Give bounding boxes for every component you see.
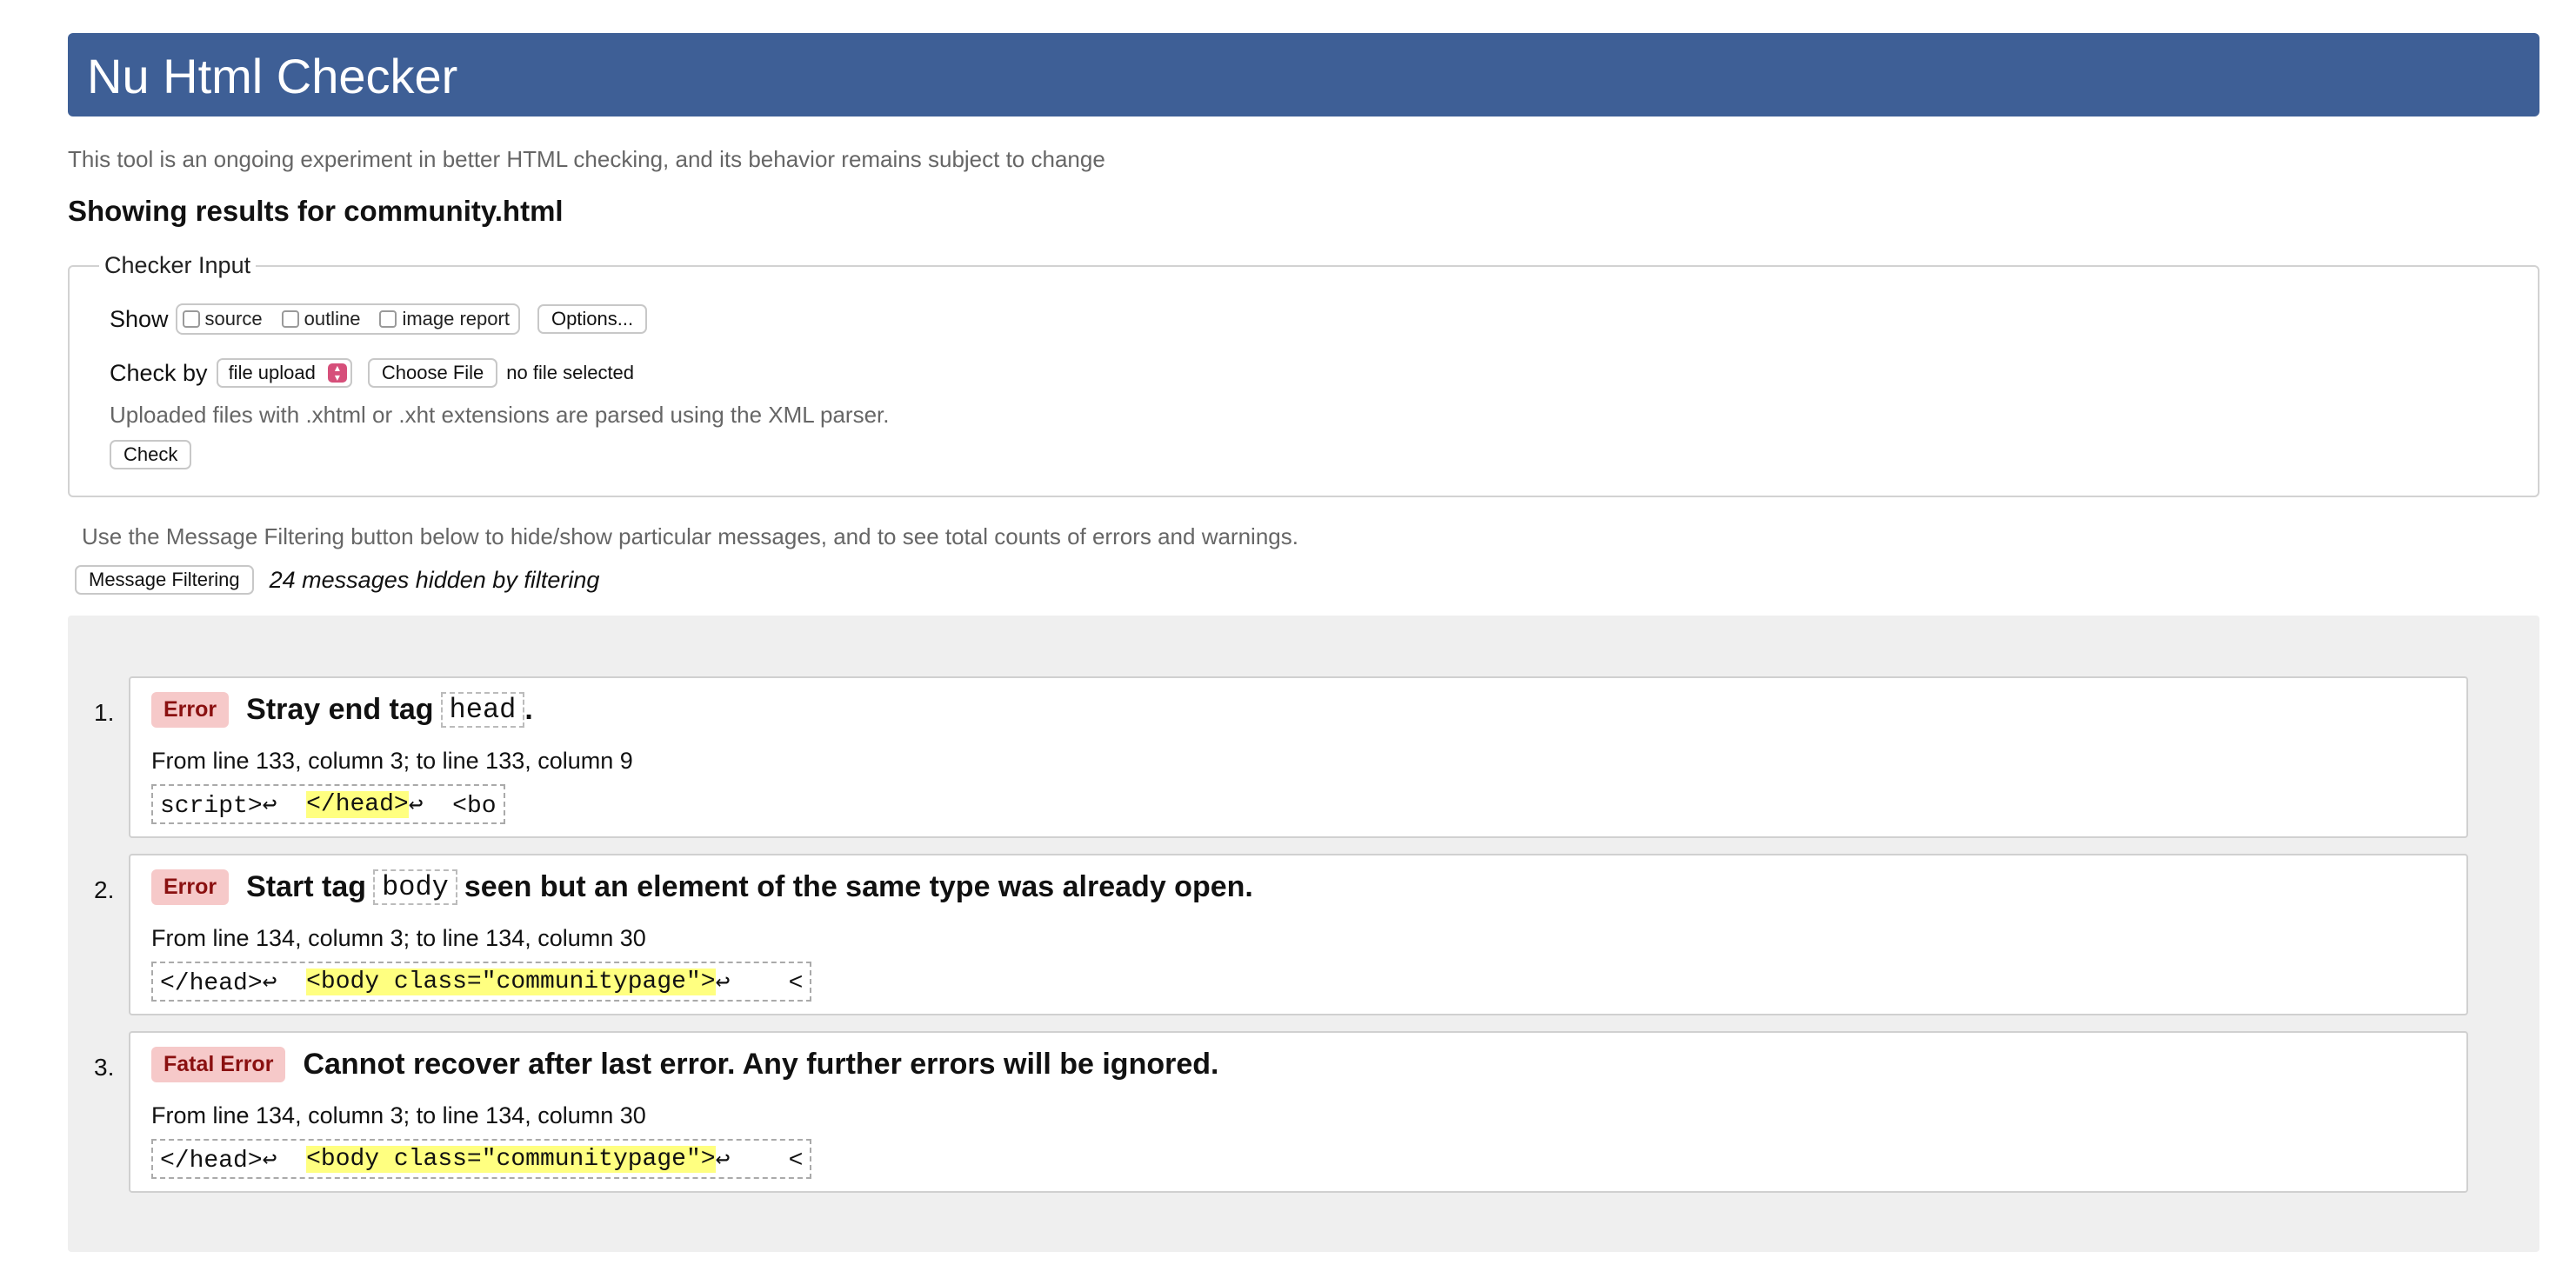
extract-after: ↩ < [715, 969, 804, 997]
show-image-report-option[interactable]: image report [379, 308, 510, 330]
filtering-row: Message Filtering 24 messages hidden by … [75, 565, 599, 595]
page: Nu Html Checker This tool is an ongoing … [0, 0, 2576, 1278]
extract-before: </head>↩ [160, 1147, 307, 1175]
show-row: Show source outline image report Options… [110, 303, 648, 336]
extract-before: script>↩ [160, 792, 307, 820]
results-heading: Showing results for community.html [68, 195, 564, 227]
message-item: Error Start tag body seen but an element… [129, 854, 2468, 1015]
message-title: Start tag body seen but an element of th… [246, 869, 1253, 905]
check-by-select[interactable]: file upload ▴ ▾ [216, 358, 352, 388]
message-title-code: body [373, 869, 457, 905]
choose-file-button[interactable]: Choose File [367, 358, 498, 388]
message-item: Fatal Error Cannot recover after last er… [129, 1031, 2468, 1193]
options-button[interactable]: Options... [537, 304, 648, 334]
check-by-value: file upload [228, 362, 316, 383]
extract-after: ↩ <bo [408, 792, 497, 820]
message-filtering-button[interactable]: Message Filtering [75, 565, 254, 595]
checker-input-legend: Checker Input [104, 252, 251, 278]
image-report-checkbox[interactable] [379, 310, 397, 328]
error-badge: Error [151, 869, 230, 905]
message-header: Error Stray end tag head . [151, 692, 533, 728]
message-title-text-after: seen but an element of the same type was… [464, 870, 1253, 903]
header-banner: Nu Html Checker [68, 33, 2539, 116]
message-number: 1. [94, 699, 115, 726]
check-by-row: Check by file upload ▴ ▾ Choose File no f… [110, 356, 634, 389]
check-by-label: Check by [110, 359, 208, 386]
image-report-label: image report [402, 308, 510, 329]
show-source-option[interactable]: source [182, 308, 263, 330]
subtitle: This tool is an ongoing experiment in be… [68, 146, 1105, 172]
show-outline-option[interactable]: outline [281, 308, 361, 330]
extract-highlight: <body class="communitypage"> [306, 1145, 716, 1173]
check-button[interactable]: Check [110, 440, 192, 469]
show-label: Show [110, 305, 169, 332]
code-extract: </head>↩ <body class="communitypage"> ↩ < [151, 1139, 812, 1179]
extract-before: </head>↩ [160, 969, 307, 997]
select-arrows-icon: ▴ ▾ [327, 363, 347, 383]
source-label: source [204, 308, 263, 329]
show-options-group: source outline image report [175, 303, 520, 335]
message-number: 2. [94, 876, 115, 903]
source-checkbox[interactable] [182, 310, 200, 328]
outline-label: outline [304, 308, 361, 329]
message-title-text: Start tag [246, 870, 367, 903]
extract-highlight: </head> [306, 790, 409, 818]
filtering-note: Use the Message Filtering button below t… [82, 523, 1298, 549]
message-location: From line 134, column 3; to line 134, co… [151, 925, 646, 951]
outline-checkbox[interactable] [281, 310, 299, 328]
hidden-messages-count: 24 messages hidden by filtering [269, 566, 600, 593]
message-title: Cannot recover after last error. Any fur… [303, 1048, 1218, 1082]
message-item: Error Stray end tag head . From line 133… [129, 676, 2468, 838]
message-title-code: head [440, 692, 525, 728]
message-title: Stray end tag head . [246, 692, 533, 728]
fatal-error-badge: Fatal Error [151, 1047, 286, 1082]
message-header: Error Start tag body seen but an element… [151, 869, 1253, 905]
error-badge: Error [151, 692, 230, 728]
file-status: no file selected [506, 362, 635, 383]
code-extract: script>↩ </head> ↩ <bo [151, 784, 505, 824]
extract-highlight: <body class="communitypage"> [306, 968, 716, 995]
page-title: Nu Html Checker [87, 49, 458, 103]
message-location: From line 133, column 3; to line 133, co… [151, 748, 633, 774]
message-number: 3. [94, 1054, 115, 1081]
extract-after: ↩ < [715, 1147, 804, 1175]
message-header: Fatal Error Cannot recover after last er… [151, 1047, 1218, 1082]
message-title-text-after: . [524, 693, 533, 726]
message-title-text: Cannot recover after last error. Any fur… [303, 1048, 1219, 1081]
message-title-text: Stray end tag [246, 693, 434, 726]
code-extract: </head>↩ <body class="communitypage"> ↩ < [151, 962, 812, 1002]
message-location: From line 134, column 3; to line 134, co… [151, 1102, 646, 1128]
xml-parser-note: Uploaded files with .xhtml or .xht exten… [110, 402, 890, 428]
